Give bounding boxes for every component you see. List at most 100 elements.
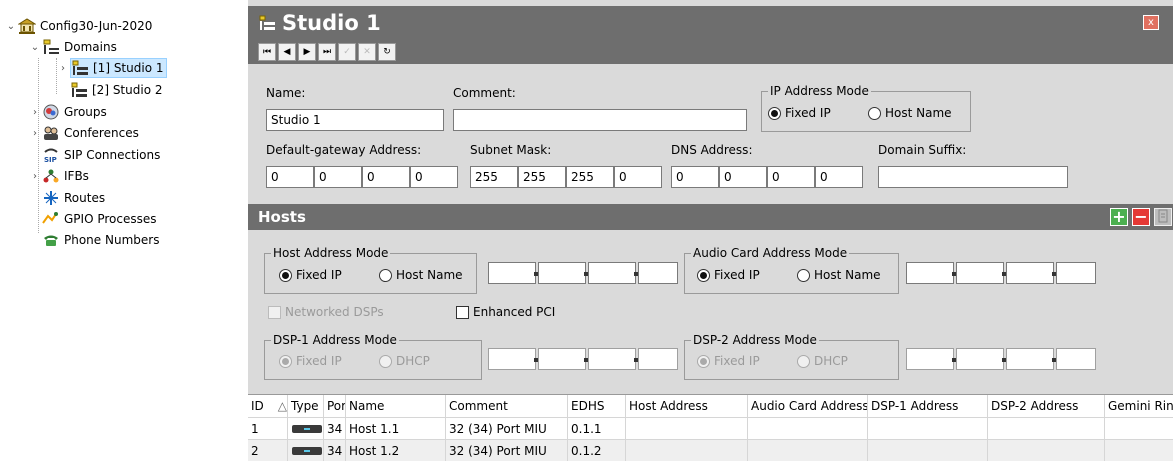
dsp2-dhcp-radio[interactable]: DHCP <box>797 354 848 368</box>
subnet-octet-3[interactable]: 255 <box>566 166 614 188</box>
host-host-name-radio[interactable]: Host Name <box>379 268 463 282</box>
dns-octet-4[interactable]: 0 <box>815 166 863 188</box>
tree-item-studio-2[interactable]: [2] Studio 2 <box>70 80 162 100</box>
name-field[interactable]: Studio 1 <box>266 109 444 131</box>
tree-line <box>38 58 39 233</box>
host-address-octet-1[interactable] <box>488 262 536 284</box>
column-header-name[interactable]: Name <box>346 395 446 417</box>
dsp1-address-octet-2[interactable] <box>538 348 586 370</box>
dsp2-address-mode-title: DSP-2 Address Mode <box>691 333 819 347</box>
audio-address-octet-3[interactable] <box>1006 262 1054 284</box>
octet-separator <box>952 358 956 362</box>
dsp2-address-octet-2[interactable] <box>956 348 1004 370</box>
ifb-icon <box>42 168 60 184</box>
fixed-ip-radio[interactable]: Fixed IP <box>768 106 831 120</box>
column-header-audio-card-address[interactable]: Audio Card Address <box>748 395 868 417</box>
next-record-button[interactable]: ▶ <box>298 43 316 61</box>
host-address-octet-2[interactable] <box>538 262 586 284</box>
expand-icon[interactable]: › <box>58 58 68 78</box>
host-address-octet-3[interactable] <box>588 262 636 284</box>
dsp2-address-octet-4[interactable] <box>1056 348 1096 370</box>
octet-separator <box>584 358 588 362</box>
dsp1-address-octet-4[interactable] <box>638 348 678 370</box>
tree-item-groups[interactable]: Groups <box>42 102 107 122</box>
collapse-icon[interactable]: ⌄ <box>30 37 40 57</box>
tree-item-config[interactable]: Config30-Jun-2020 <box>18 16 152 36</box>
dsp2-address-octet-1[interactable] <box>906 348 954 370</box>
audio-fixed-ip-radio[interactable]: Fixed IP <box>697 268 760 282</box>
dns-octet-3[interactable]: 0 <box>767 166 815 188</box>
cell-dsp2-address <box>988 417 1105 439</box>
cell-host-address <box>626 417 748 439</box>
cancel-edit-button[interactable]: ✕ <box>358 43 376 61</box>
dsp2-fixed-ip-radio[interactable]: Fixed IP <box>697 354 760 368</box>
tree-item-studio-1[interactable]: [1] Studio 1 <box>70 58 168 78</box>
octet-separator <box>952 272 956 276</box>
gateway-label: Default-gateway Address: <box>266 143 422 157</box>
routes-icon <box>42 190 60 206</box>
expand-icon[interactable]: › <box>30 102 40 122</box>
column-header-gemini-ring[interactable]: Gemini Ring <box>1105 395 1173 417</box>
gateway-octet-1[interactable]: 0 <box>266 166 314 188</box>
tree-label: Conferences <box>64 126 139 140</box>
title-bar: Studio 1 x <box>248 6 1173 40</box>
host-details-button[interactable] <box>1154 208 1172 226</box>
column-header-comment[interactable]: Comment <box>446 395 568 417</box>
tree-item-phone[interactable]: Phone Numbers <box>42 230 159 250</box>
column-header-host-address[interactable]: Host Address <box>626 395 748 417</box>
refresh-button[interactable]: ↻ <box>378 43 396 61</box>
networked-dsps-checkbox[interactable]: Networked DSPs <box>268 305 384 319</box>
gateway-octet-4[interactable]: 0 <box>410 166 458 188</box>
dsp1-address-octet-3[interactable] <box>588 348 636 370</box>
column-header-id[interactable]: ID △ <box>248 395 288 417</box>
subnet-octet-4[interactable]: 0 <box>614 166 662 188</box>
column-header-port[interactable]: Port <box>324 395 346 417</box>
dsp1-address-octet-1[interactable] <box>488 348 536 370</box>
column-header-type[interactable]: Type <box>288 395 324 417</box>
last-record-button[interactable]: ⏭ <box>318 43 336 61</box>
domain-flag-icon <box>42 39 60 55</box>
host-name-radio[interactable]: Host Name <box>868 106 952 120</box>
radio-label: Fixed IP <box>296 268 342 282</box>
tree-item-conferences[interactable]: Conferences <box>42 123 139 143</box>
close-button[interactable]: x <box>1143 15 1159 30</box>
first-record-button[interactable]: ⏮ <box>258 43 276 61</box>
tree-item-sip[interactable]: SIP SIP Connections <box>42 145 160 165</box>
dsp1-fixed-ip-radio[interactable]: Fixed IP <box>279 354 342 368</box>
column-header-dsp2-address[interactable]: DSP-2 Address <box>988 395 1105 417</box>
host-address-octet-4[interactable] <box>638 262 678 284</box>
subnet-octet-2[interactable]: 255 <box>518 166 566 188</box>
expand-icon[interactable]: › <box>30 123 40 143</box>
column-header-dsp1-address[interactable]: DSP-1 Address <box>868 395 988 417</box>
remove-host-button[interactable]: − <box>1132 208 1150 226</box>
domain-icon <box>71 60 89 76</box>
checkbox-label: Networked DSPs <box>285 305 384 319</box>
expand-icon[interactable]: › <box>30 166 40 186</box>
dsp2-address-octet-3[interactable] <box>1006 348 1054 370</box>
column-header-edhs[interactable]: EDHS <box>568 395 626 417</box>
previous-record-button[interactable]: ◀ <box>278 43 296 61</box>
dsp2-address-mode-group: DSP-2 Address Mode Fixed IP DHCP <box>684 333 899 380</box>
audio-address-octet-2[interactable] <box>956 262 1004 284</box>
domain-icon <box>258 15 276 34</box>
tree-item-ifbs[interactable]: IFBs <box>42 166 89 186</box>
audio-host-name-radio[interactable]: Host Name <box>797 268 881 282</box>
dns-octet-2[interactable]: 0 <box>719 166 767 188</box>
gateway-octet-3[interactable]: 0 <box>362 166 410 188</box>
collapse-icon[interactable]: ⌄ <box>6 16 16 36</box>
dns-octet-1[interactable]: 0 <box>671 166 719 188</box>
enhanced-pci-checkbox[interactable]: Enhanced PCI <box>456 305 555 319</box>
dsp1-dhcp-radio[interactable]: DHCP <box>379 354 430 368</box>
subnet-octet-1[interactable]: 255 <box>470 166 518 188</box>
host-fixed-ip-radio[interactable]: Fixed IP <box>279 268 342 282</box>
gateway-octet-2[interactable]: 0 <box>314 166 362 188</box>
apply-button[interactable]: ✓ <box>338 43 356 61</box>
domain-suffix-field[interactable] <box>878 166 1068 188</box>
audio-address-octet-4[interactable] <box>1056 262 1096 284</box>
tree-item-routes[interactable]: Routes <box>42 188 105 208</box>
tree-item-gpio[interactable]: GPIO Processes <box>42 209 157 229</box>
tree-item-domains[interactable]: Domains <box>42 37 117 57</box>
comment-field[interactable] <box>453 109 747 131</box>
add-host-button[interactable]: + <box>1110 208 1128 226</box>
audio-address-octet-1[interactable] <box>906 262 954 284</box>
